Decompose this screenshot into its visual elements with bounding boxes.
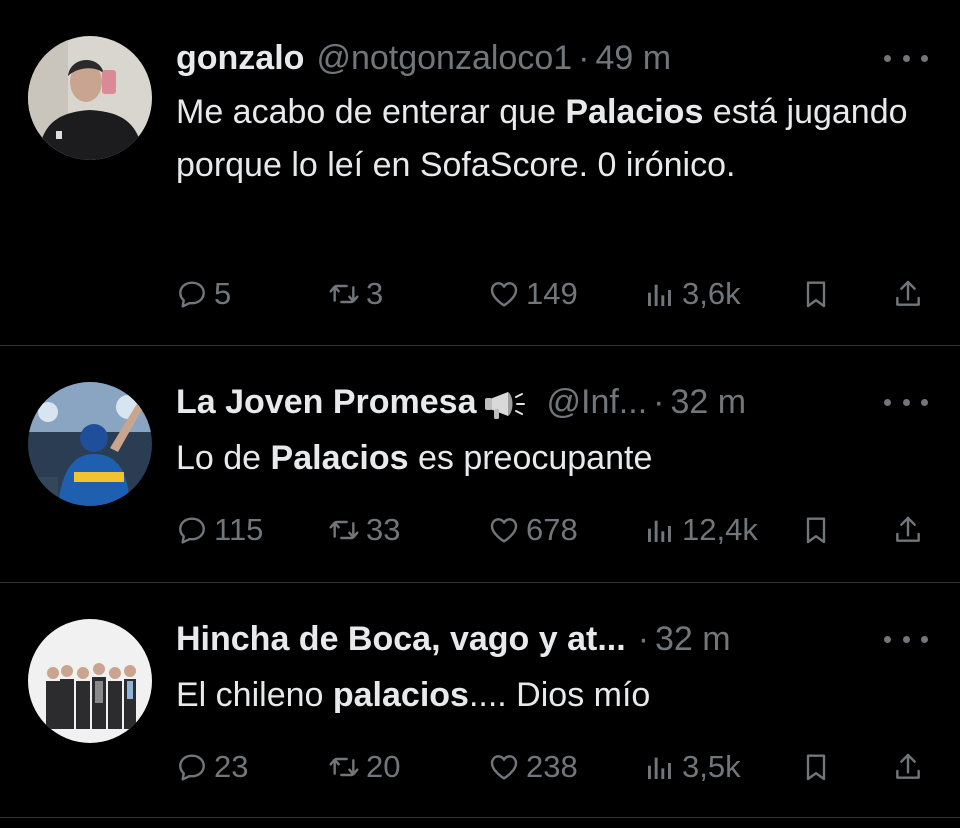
tweet-text: Lo de Palacios es preocupante: [176, 432, 936, 485]
retweet-button[interactable]: 3: [328, 274, 383, 314]
display-name[interactable]: Hincha de Boca, vago y at...: [176, 620, 626, 658]
timestamp[interactable]: 49 m: [595, 39, 671, 77]
tweet[interactable]: gonzalo @notgonzaloco1 · 49 m Me acabo de e…: [0, 0, 960, 346]
retweet-icon: [328, 278, 360, 310]
views-button[interactable]: 12,4k: [644, 510, 758, 550]
display-name[interactable]: La Joven Promesa: [176, 383, 476, 421]
reply-button[interactable]: 23: [176, 747, 248, 787]
tweet[interactable]: Hincha de Boca, vago y at... · 32 m El chi…: [0, 583, 960, 818]
bookmark-icon: [800, 514, 832, 546]
reply-icon: [176, 514, 208, 546]
bookmark-icon: [800, 278, 832, 310]
timestamp[interactable]: 32 m: [670, 383, 746, 421]
action-bar: 5 3 149 3,6k: [176, 274, 936, 314]
action-bar: 115 33 678 12,4k: [176, 510, 936, 550]
tweet-header: gonzalo @notgonzaloco1 · 49 m: [176, 38, 671, 78]
like-count: 238: [526, 749, 578, 784]
bookmark-button[interactable]: [800, 274, 838, 314]
more-icon[interactable]: [884, 392, 928, 412]
views-button[interactable]: 3,6k: [644, 274, 741, 314]
separator-dot: ·: [637, 620, 650, 658]
retweet-icon: [328, 514, 360, 546]
like-icon: [488, 514, 520, 546]
reply-count: 5: [214, 276, 232, 311]
retweet-count: 20: [366, 749, 401, 784]
bookmark-icon: [800, 751, 832, 783]
like-count: 678: [526, 512, 578, 547]
tweet[interactable]: La Joven Promesa @Inf... · 32 m Lo de Pala…: [0, 346, 960, 583]
reply-count: 115: [214, 512, 264, 547]
reply-icon: [176, 278, 208, 310]
text-part: .... Dios mío: [468, 676, 651, 714]
handle[interactable]: @notgonzaloco1: [316, 39, 572, 77]
share-icon: [892, 514, 924, 546]
avatar[interactable]: [28, 382, 152, 506]
retweet-count: 33: [366, 512, 401, 547]
views-count: 12,4k: [682, 512, 758, 547]
handle[interactable]: @Inf...: [546, 383, 647, 421]
bookmark-button[interactable]: [800, 510, 838, 550]
like-count: 149: [526, 276, 578, 311]
like-icon: [488, 278, 520, 310]
reply-button[interactable]: 115: [176, 510, 263, 550]
more-icon[interactable]: [884, 629, 928, 649]
share-button[interactable]: [892, 274, 930, 314]
tweet-header: La Joven Promesa @Inf... · 32 m: [176, 382, 746, 422]
text-part-bold: Palacios: [270, 439, 409, 477]
like-button[interactable]: 149: [488, 274, 578, 314]
separator-dot: ·: [578, 39, 590, 77]
views-icon: [644, 514, 676, 546]
reply-icon: [176, 751, 208, 783]
views-button[interactable]: 3,5k: [644, 747, 741, 787]
retweet-button[interactable]: 20: [328, 747, 400, 787]
megaphone-icon: [485, 392, 526, 420]
action-bar: 23 20 238 3,5k: [176, 747, 936, 787]
text-part-bold: palacios: [332, 676, 469, 714]
text-part-bold: Palacios: [565, 93, 704, 131]
views-icon: [644, 278, 676, 310]
timestamp[interactable]: 32 m: [655, 620, 731, 658]
text-part: El chileno: [176, 676, 333, 714]
retweet-count: 3: [366, 276, 384, 311]
tweet-text: Me acabo de enterar que Palacios está ju…: [176, 86, 936, 192]
text-part: Me acabo de enterar que: [176, 93, 566, 131]
reply-count: 23: [214, 749, 249, 784]
share-button[interactable]: [892, 510, 930, 550]
more-icon[interactable]: [884, 48, 928, 68]
views-count: 3,6k: [682, 276, 741, 311]
bookmark-button[interactable]: [800, 747, 838, 787]
views-icon: [644, 751, 676, 783]
text-part: Lo de: [176, 439, 271, 477]
avatar[interactable]: [28, 36, 152, 160]
views-count: 3,5k: [682, 749, 741, 784]
retweet-icon: [328, 751, 360, 783]
tweet-header: Hincha de Boca, vago y at... · 32 m: [176, 619, 731, 659]
text-part: es preocupante: [408, 439, 653, 477]
like-icon: [488, 751, 520, 783]
share-icon: [892, 278, 924, 310]
tweet-text: El chileno palacios.... Dios mío: [176, 669, 936, 722]
separator-dot: ·: [653, 383, 665, 421]
retweet-button[interactable]: 33: [328, 510, 400, 550]
avatar[interactable]: [28, 619, 152, 743]
like-button[interactable]: 678: [488, 510, 578, 550]
share-button[interactable]: [892, 747, 930, 787]
like-button[interactable]: 238: [488, 747, 578, 787]
display-name[interactable]: gonzalo: [176, 39, 304, 77]
share-icon: [892, 751, 924, 783]
reply-button[interactable]: 5: [176, 274, 231, 314]
